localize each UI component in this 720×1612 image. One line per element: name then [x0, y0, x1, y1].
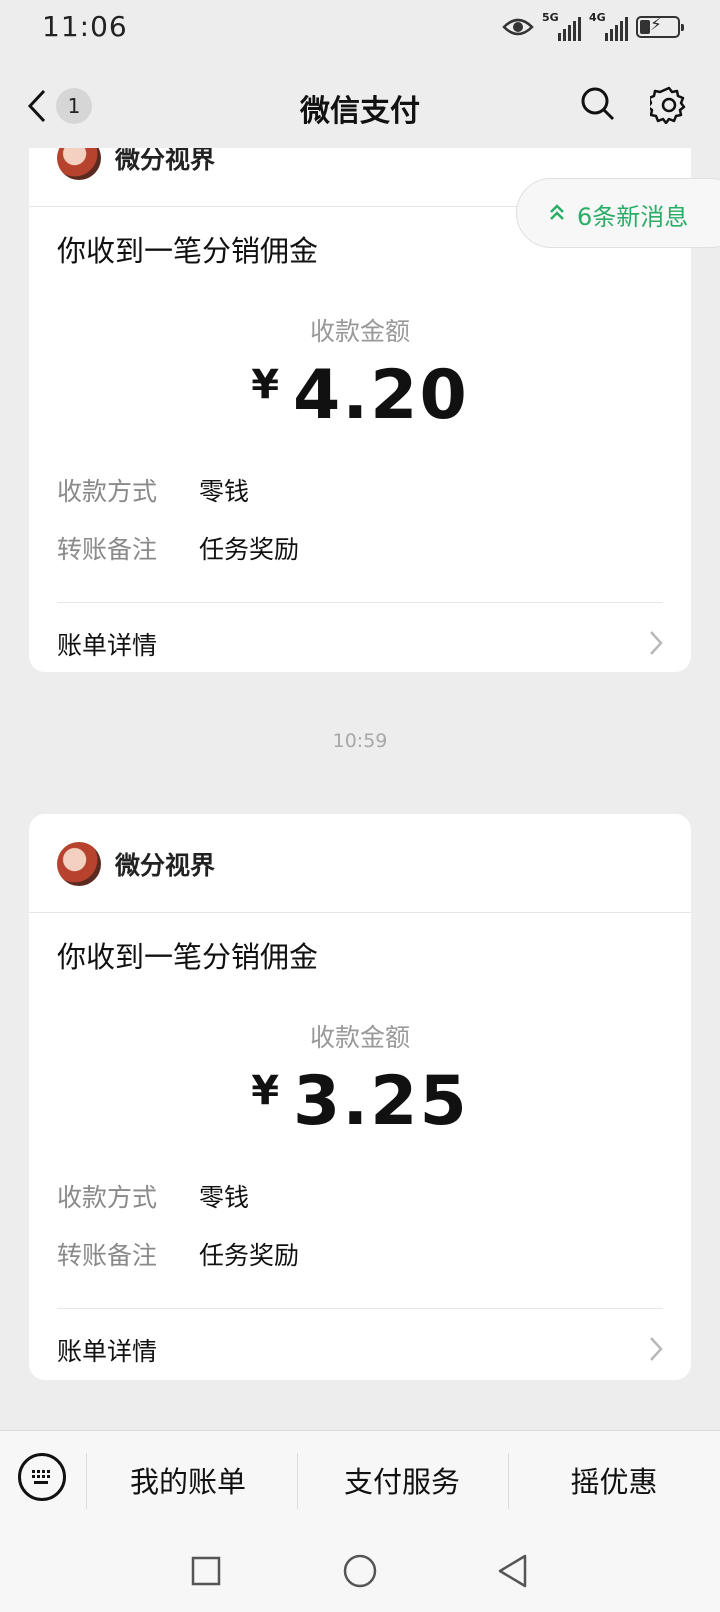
- payment-card[interactable]: 微分视界 你收到一笔分销佣金 收款金额 ¥3.25 收款方式 零钱 转账备注 任…: [29, 814, 691, 1380]
- method-label: 收款方式: [57, 1183, 158, 1212]
- bill-detail-link[interactable]: 账单详情: [57, 1332, 157, 1368]
- eye-icon: [502, 18, 534, 36]
- chevron-right-icon[interactable]: [649, 630, 663, 656]
- signal-5g-icon: 5G: [542, 11, 581, 41]
- card-header: 微分视界: [29, 814, 691, 913]
- method-label: 收款方式: [57, 477, 158, 506]
- divider: [57, 1308, 663, 1309]
- bill-detail-link[interactable]: 账单详情: [57, 626, 157, 662]
- signal-4g-icon: 4G: [589, 11, 628, 41]
- back-triangle-icon[interactable]: [497, 1554, 527, 1588]
- home-icon[interactable]: [343, 1554, 377, 1588]
- amount: ¥4.20: [29, 356, 691, 435]
- timestamp: 10:59: [332, 730, 388, 752]
- remark-label: 转账备注: [57, 1241, 158, 1270]
- divider: [297, 1453, 298, 1509]
- amount: ¥3.25: [29, 1062, 691, 1141]
- new-messages-label: 6条新消息: [577, 203, 689, 231]
- divider: [86, 1453, 87, 1509]
- status-bar: 11:06 5G 4G ⚡: [0, 0, 720, 58]
- menu-my-bills[interactable]: 我的账单: [88, 1459, 288, 1501]
- divider: [508, 1453, 509, 1509]
- menu-shake-deals[interactable]: 摇优惠: [514, 1459, 714, 1501]
- divider: [57, 602, 663, 603]
- currency-symbol: ¥: [251, 1068, 280, 1114]
- keyboard-icon[interactable]: [18, 1453, 66, 1501]
- avatar[interactable]: [57, 148, 101, 180]
- method-value: 零钱: [199, 477, 250, 506]
- amount-value: 3.25: [293, 1062, 469, 1141]
- amount-label: 收款金额: [309, 317, 410, 346]
- remark-value: 任务奖励: [199, 1241, 300, 1270]
- nav-bar: 1 微信支付: [0, 58, 720, 148]
- avatar[interactable]: [57, 842, 101, 886]
- chevron-right-icon[interactable]: [649, 1336, 663, 1362]
- currency-symbol: ¥: [251, 362, 280, 408]
- gear-icon[interactable]: [650, 86, 688, 124]
- card-title: 你收到一笔分销佣金: [57, 940, 319, 974]
- status-icons: 5G 4G ⚡: [502, 11, 684, 42]
- remark-label: 转账备注: [57, 535, 158, 564]
- sender-name: 微分视界: [115, 148, 216, 174]
- message-list[interactable]: 微分视界 你收到一笔分销佣金 收款金额 ¥4.20 收款方式 零钱 转账备注 任…: [0, 148, 720, 1430]
- remark-value: 任务奖励: [199, 535, 300, 564]
- recent-apps-icon[interactable]: [191, 1556, 221, 1586]
- menu-payment-services[interactable]: 支付服务: [302, 1459, 502, 1501]
- search-icon[interactable]: [580, 86, 616, 122]
- battery-charging-icon: ⚡: [636, 15, 684, 38]
- sender-name: 微分视界: [115, 851, 216, 880]
- system-nav-bar: [0, 1526, 720, 1612]
- method-value: 零钱: [199, 1183, 250, 1212]
- amount-label: 收款金额: [309, 1023, 410, 1052]
- card-title: 你收到一笔分销佣金: [57, 234, 319, 268]
- status-time: 11:06: [42, 10, 128, 43]
- new-messages-button[interactable]: 6条新消息: [516, 178, 720, 248]
- amount-value: 4.20: [293, 356, 469, 435]
- bottom-menu: 我的账单 支付服务 摇优惠: [0, 1430, 720, 1527]
- double-chevron-up-icon: [550, 204, 564, 220]
